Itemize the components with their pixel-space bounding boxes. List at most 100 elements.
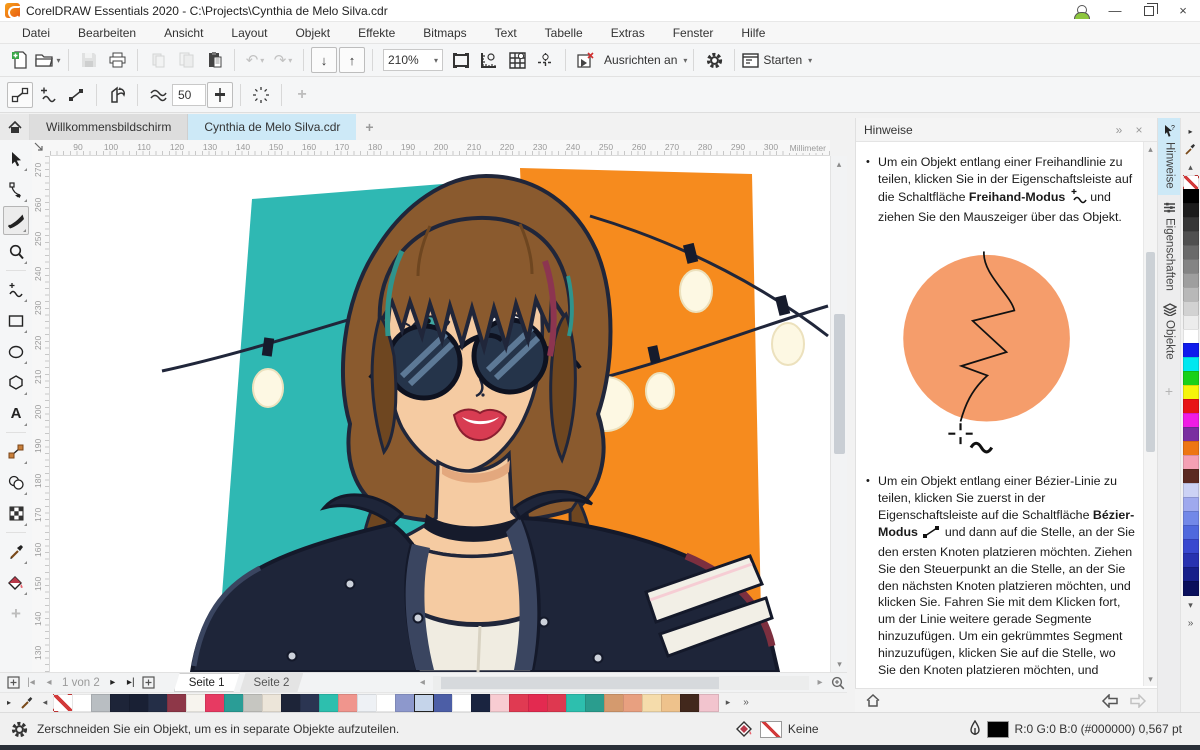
drawing-canvas[interactable] (50, 156, 830, 672)
document-color-swatch[interactable] (414, 694, 434, 712)
outline-status-group[interactable]: R:0 G:0 B:0 (#000000) 0,567 pt (969, 720, 1182, 739)
color-swatch[interactable] (1183, 287, 1199, 302)
color-swatch[interactable] (1183, 525, 1199, 540)
document-color-swatch[interactable] (699, 694, 719, 712)
open-document-button[interactable]: ▾ (35, 47, 61, 73)
hints-home-button[interactable] (865, 693, 881, 708)
color-swatch[interactable] (1183, 245, 1199, 260)
palette-scroll-up[interactable]: ▴ (1181, 158, 1200, 176)
color-swatch[interactable] (1183, 385, 1199, 400)
docker-tab-hinweise[interactable]: ? Hinweise (1158, 118, 1181, 195)
document-color-swatch[interactable] (262, 694, 282, 712)
hints-back-button[interactable] (1101, 694, 1119, 708)
document-color-swatch[interactable] (148, 694, 168, 712)
tab-willkommensbildschirm[interactable]: Willkommensbildschirm (30, 114, 188, 140)
smoothing-slider-button[interactable] (207, 82, 233, 108)
restore-button[interactable] (1132, 0, 1166, 21)
next-page-button[interactable]: ▸ (104, 674, 122, 692)
vertical-ruler[interactable]: 2702602502402302202102001901801701601501… (32, 156, 50, 672)
undo-button[interactable]: ↶▾ (242, 47, 268, 73)
document-color-swatch[interactable] (433, 694, 453, 712)
document-color-swatch[interactable] (566, 694, 586, 712)
menu-bearbeiten[interactable]: Bearbeiten (64, 24, 150, 42)
welcome-home-tab[interactable] (0, 114, 30, 140)
tool-ellipse[interactable] (3, 337, 29, 366)
document-color-swatch[interactable] (376, 694, 396, 712)
document-color-swatch[interactable] (623, 694, 643, 712)
new-document-button[interactable] (7, 47, 33, 73)
menu-objekt[interactable]: Objekt (281, 24, 344, 42)
add-page-button-2[interactable] (140, 674, 158, 692)
hints-panel-scrollbar[interactable]: ▴ ▾ (1143, 142, 1157, 686)
color-swatch[interactable] (1183, 343, 1199, 358)
document-color-swatch[interactable] (585, 694, 605, 712)
color-swatch[interactable] (1183, 469, 1199, 484)
document-color-swatch[interactable] (604, 694, 624, 712)
new-tab-button[interactable]: + (356, 114, 382, 140)
hscroll-right-arrow[interactable]: ▸ (811, 674, 829, 692)
paste-button[interactable] (201, 47, 227, 73)
document-color-swatch[interactable] (300, 694, 320, 712)
document-color-swatch[interactable] (528, 694, 548, 712)
palette-scroll-down[interactable]: ▾ (1181, 596, 1200, 614)
tool-eyedropper[interactable] (3, 537, 29, 566)
zoom-level-combo[interactable]: ▾ (383, 49, 443, 71)
color-swatch[interactable] (1183, 175, 1199, 190)
color-swatch[interactable] (1183, 567, 1199, 582)
panel-scroll-up[interactable]: ▴ (1144, 142, 1157, 156)
add-preset-button[interactable]: + (289, 82, 315, 108)
docker-tab-objekte[interactable]: Objekte (1158, 297, 1181, 366)
document-color-swatch[interactable] (72, 694, 92, 712)
document-color-swatch[interactable] (490, 694, 510, 712)
canvas-horizontal-scrollbar[interactable] (433, 676, 809, 690)
bezier-mode-button[interactable] (63, 82, 89, 108)
color-swatch[interactable] (1183, 329, 1199, 344)
hscroll-left-arrow[interactable]: ◂ (413, 674, 431, 692)
menu-effekte[interactable]: Effekte (344, 24, 409, 42)
color-swatch[interactable] (1183, 273, 1199, 288)
tool-polygon[interactable] (3, 368, 29, 397)
tool-shape[interactable] (3, 175, 29, 204)
smoothing-value-input[interactable] (172, 84, 206, 106)
page-tab-seite-2[interactable]: Seite 2 (240, 673, 304, 692)
menu-ansicht[interactable]: Ansicht (150, 24, 217, 42)
panel-scroll-thumb[interactable] (1146, 252, 1155, 452)
panel-scroll-down[interactable]: ▾ (1144, 672, 1157, 686)
palette-flyout-arrow[interactable]: ▸ (1181, 122, 1200, 140)
palette-eyedropper-icon[interactable] (1181, 140, 1200, 158)
tool-connector[interactable] (3, 437, 29, 466)
docpalette-eyedropper-icon[interactable] (18, 693, 36, 712)
tool-contour[interactable] (3, 468, 29, 497)
menu-extras[interactable]: Extras (597, 24, 659, 42)
color-swatch[interactable] (1183, 553, 1199, 568)
document-color-swatch[interactable] (661, 694, 681, 712)
color-swatch[interactable] (1183, 203, 1199, 218)
show-rulers-button[interactable] (476, 47, 502, 73)
horizontal-scroll-thumb[interactable] (441, 677, 719, 689)
align-to-label[interactable]: Ausrichten an (604, 53, 677, 67)
zoom-level-input[interactable] (388, 53, 432, 67)
color-swatch[interactable] (1183, 539, 1199, 554)
knife-direction-button[interactable] (104, 82, 130, 108)
menu-bitmaps[interactable]: Bitmaps (409, 24, 480, 42)
color-swatch[interactable] (1183, 413, 1199, 428)
document-color-swatch[interactable] (91, 694, 111, 712)
ruler-origin[interactable] (32, 140, 50, 156)
show-grid-button[interactable] (504, 47, 530, 73)
redo-button[interactable]: ↷▾ (270, 47, 296, 73)
tool-pick[interactable] (3, 144, 29, 173)
menu-layout[interactable]: Layout (217, 24, 281, 42)
document-color-swatch[interactable] (53, 694, 73, 712)
document-color-swatch[interactable] (281, 694, 301, 712)
document-color-swatch[interactable] (680, 694, 700, 712)
first-page-button[interactable]: |◂ (22, 674, 40, 692)
menu-datei[interactable]: Datei (8, 24, 64, 42)
two-point-line-mode-button[interactable] (7, 82, 33, 108)
outline-options-button[interactable] (248, 82, 274, 108)
docpalette-scroll-right[interactable]: ▸ (719, 693, 737, 712)
scroll-down-arrow[interactable]: ▾ (831, 656, 848, 672)
tool-freehand[interactable] (3, 275, 29, 304)
print-button[interactable] (104, 47, 130, 73)
document-color-swatch[interactable] (357, 694, 377, 712)
docpalette-expand[interactable]: » (737, 693, 755, 712)
